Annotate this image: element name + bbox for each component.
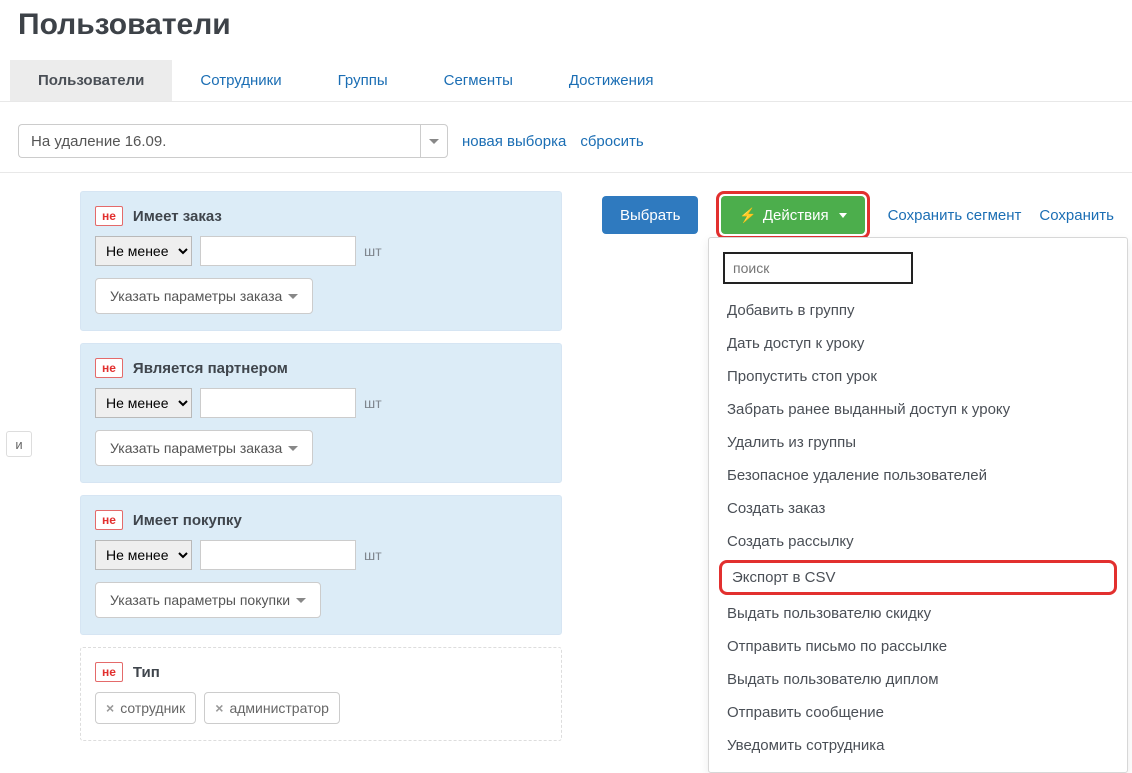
actions-menu-button[interactable]: ⚡ Действия <box>721 196 864 234</box>
negation-badge[interactable]: не <box>95 358 123 378</box>
filter-card-is-partner: не Является партнером Не менее шт Указат… <box>80 343 562 483</box>
unit-label: шт <box>364 243 382 259</box>
negation-badge[interactable]: не <box>95 206 123 226</box>
filters-column: не Имеет заказ Не менее шт Указать парам… <box>80 191 562 753</box>
dd-create-mailing[interactable]: Создать рассылку <box>709 525 1127 558</box>
dd-export-csv[interactable]: Экспорт в CSV <box>719 560 1117 595</box>
bolt-icon: ⚡ <box>739 207 756 224</box>
actions-dropdown: Добавить в группу Дать доступ к уроку Пр… <box>708 237 1128 773</box>
actions-column: Выбрать ⚡ Действия Сохранить сегмент Сох… <box>602 191 1114 239</box>
dd-give-discount[interactable]: Выдать пользователю скидку <box>709 597 1127 630</box>
close-icon[interactable]: × <box>215 700 223 716</box>
purchase-params-button[interactable]: Указать параметры покупки <box>95 582 321 618</box>
dd-send-message[interactable]: Отправить сообщение <box>709 696 1127 729</box>
quantity-input[interactable] <box>200 540 356 570</box>
tab-achievements[interactable]: Достижения <box>541 60 682 101</box>
negation-badge[interactable]: не <box>95 510 123 530</box>
new-selection-link[interactable]: новая выборка <box>462 133 566 150</box>
dd-grant-lesson[interactable]: Дать доступ к уроку <box>709 327 1127 360</box>
order-params-button[interactable]: Указать параметры заказа <box>95 278 313 314</box>
tab-users[interactable]: Пользователи <box>10 60 172 101</box>
quantity-input[interactable] <box>200 388 356 418</box>
dropdown-search-input[interactable] <box>723 252 913 284</box>
tab-segments[interactable]: Сегменты <box>416 60 541 101</box>
operator-select[interactable]: Не менее <box>95 236 192 266</box>
dd-add-to-group[interactable]: Добавить в группу <box>709 294 1127 327</box>
dd-revoke-lesson[interactable]: Забрать ранее выданный доступ к уроку <box>709 393 1127 426</box>
chevron-down-icon <box>839 213 847 218</box>
filter-title: Тип <box>133 664 160 681</box>
selection-dropdown[interactable]: На удаление 16.09. <box>18 124 448 158</box>
dd-send-mail[interactable]: Отправить письмо по рассылке <box>709 630 1127 663</box>
tab-staff[interactable]: Сотрудники <box>172 60 309 101</box>
highlight-actions: ⚡ Действия <box>716 191 869 239</box>
chevron-down-icon <box>288 446 298 451</box>
toolbar: На удаление 16.09. новая выборка сбросит… <box>0 102 1132 173</box>
dd-remove-from-group[interactable]: Удалить из группы <box>709 426 1127 459</box>
page-title: Пользователи <box>0 0 1132 60</box>
select-button[interactable]: Выбрать <box>602 196 698 234</box>
close-icon[interactable]: × <box>106 700 114 716</box>
unit-label: шт <box>364 547 382 563</box>
filter-title: Имеет заказ <box>133 208 222 225</box>
reset-link[interactable]: сбросить <box>580 133 643 150</box>
tabs: Пользователи Сотрудники Группы Сегменты … <box>0 60 1132 102</box>
operator-select[interactable]: Не менее <box>95 540 192 570</box>
filter-title: Имеет покупку <box>133 512 242 529</box>
filter-title: Является партнером <box>133 360 288 377</box>
dd-safe-delete-users[interactable]: Безопасное удаление пользователей <box>709 459 1127 492</box>
tag-staff[interactable]: ×сотрудник <box>95 692 196 724</box>
chevron-down-icon <box>288 294 298 299</box>
save-segment-link[interactable]: Сохранить сегмент <box>888 207 1022 224</box>
negation-badge[interactable]: не <box>95 662 123 682</box>
filter-card-type: не Тип ×сотрудник ×администратор <box>80 647 562 741</box>
filter-card-has-order: не Имеет заказ Не менее шт Указать парам… <box>80 191 562 331</box>
quantity-input[interactable] <box>200 236 356 266</box>
selection-value: На удаление 16.09. <box>18 124 420 158</box>
and-operator-badge: и <box>6 431 32 457</box>
chevron-down-icon <box>296 598 306 603</box>
dd-skip-stop-lesson[interactable]: Пропустить стоп урок <box>709 360 1127 393</box>
unit-label: шт <box>364 395 382 411</box>
save-other-link[interactable]: Сохранить <box>1039 207 1114 224</box>
filter-card-has-purchase: не Имеет покупку Не менее шт Указать пар… <box>80 495 562 635</box>
dd-create-order[interactable]: Создать заказ <box>709 492 1127 525</box>
tab-groups[interactable]: Группы <box>310 60 416 101</box>
order-params-button[interactable]: Указать параметры заказа <box>95 430 313 466</box>
operator-select[interactable]: Не менее <box>95 388 192 418</box>
dd-give-diploma[interactable]: Выдать пользователю диплом <box>709 663 1127 696</box>
tag-admin[interactable]: ×администратор <box>204 692 340 724</box>
chevron-down-icon <box>420 124 448 158</box>
